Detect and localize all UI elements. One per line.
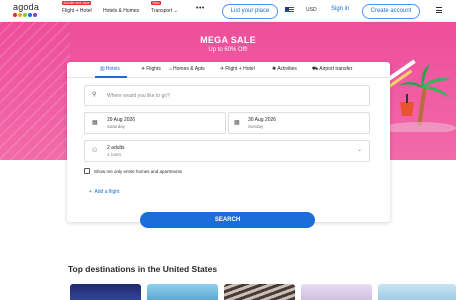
- destination-field[interactable]: ⚲ Where would you like to go?: [84, 85, 370, 106]
- add-flight-link[interactable]: + Add a flight: [89, 189, 119, 195]
- checkout-date: 30 Aug 2026: [248, 117, 277, 123]
- hero-title: MEGA SALE: [200, 35, 256, 45]
- rooms-count: 1 room: [107, 152, 122, 157]
- chevron-down-icon: ⌄: [173, 8, 178, 14]
- search-button[interactable]: SEARCH: [140, 212, 315, 228]
- tab-airport-transfer[interactable]: ⛟Airport transfer: [312, 66, 352, 73]
- destination-placeholder: Where would you like to go?: [107, 93, 170, 99]
- guests-field[interactable]: ⚇ 2 adults 1 room ⌄: [84, 140, 370, 162]
- tab-homes-label: Homes & Apts: [173, 66, 205, 72]
- checkout-day: Sunday: [248, 124, 264, 129]
- agoda-home-page: agoda Bundle and save Flight + Hotel Hot…: [0, 0, 456, 300]
- agoda-logo[interactable]: agoda: [13, 3, 39, 17]
- list-your-place-button[interactable]: List your place: [222, 4, 278, 19]
- checkin-date: 29 Aug 2026: [107, 117, 136, 123]
- destination-card[interactable]: [378, 284, 456, 300]
- tab-activities[interactable]: ✺Activities: [272, 66, 297, 72]
- logo-dot: [33, 13, 37, 17]
- bundle-badge: Bundle and save: [62, 1, 92, 5]
- add-flight-label: Add a flight: [94, 189, 120, 195]
- beach-illustration: [382, 59, 456, 132]
- car-icon: ⛟: [312, 66, 319, 72]
- activities-icon: ✺: [272, 66, 277, 72]
- destination-card[interactable]: [301, 284, 372, 300]
- logo-dot: [28, 13, 32, 17]
- sign-in-link[interactable]: Sign in: [331, 6, 349, 12]
- tab-flight-hotel[interactable]: ✈Flight + Hotel: [220, 66, 255, 72]
- checkout-field[interactable]: ▦ 30 Aug 2026 Sunday: [228, 112, 370, 134]
- new-badge: New: [151, 1, 162, 5]
- destinations-title: Top destinations in the United States: [68, 264, 218, 274]
- homes-only-checkbox[interactable]: [84, 168, 90, 174]
- create-account-button[interactable]: Create account: [362, 4, 420, 19]
- logo-dot: [13, 13, 17, 17]
- nav-hotels-homes[interactable]: Hotels & Homes: [103, 8, 139, 14]
- checkin-day: Saturday: [107, 124, 126, 129]
- nav-flight-hotel[interactable]: Flight + Hotel: [62, 8, 92, 14]
- tab-hotels-label: Hotels: [105, 66, 120, 72]
- nav-transport[interactable]: Transport ⌄: [151, 8, 178, 14]
- logo-text: agoda: [13, 2, 40, 12]
- tab-activities-label: Activities: [277, 66, 297, 72]
- tab-airport-label: Airport transfer: [319, 66, 353, 72]
- destination-card[interactable]: [147, 284, 218, 300]
- tab-homes-apts[interactable]: ⌂Homes & Apts: [169, 66, 205, 72]
- destination-card[interactable]: [70, 284, 141, 300]
- search-icon: ⚲: [92, 92, 97, 98]
- tab-flights[interactable]: ✈Flights: [141, 66, 161, 72]
- tab-hotels[interactable]: ▥Hotels: [100, 66, 120, 72]
- product-tabs: ▥Hotels ✈Flights ⌂Homes & Apts ✈Flight +…: [67, 62, 390, 78]
- guests-count: 2 adults: [107, 145, 125, 151]
- more-dots-icon[interactable]: •••: [196, 5, 205, 12]
- active-tab-indicator: [95, 76, 127, 78]
- tab-flight-hotel-label: Flight + Hotel: [225, 66, 255, 72]
- checkin-field[interactable]: ▦ 29 Aug 2026 Saturday: [84, 112, 226, 134]
- hamburger-menu-icon[interactable]: [436, 7, 442, 13]
- nav-transport-label: Transport: [151, 8, 173, 14]
- logo-dot: [18, 13, 22, 17]
- building-icon: ▥: [100, 66, 105, 72]
- us-flag-icon[interactable]: [285, 7, 294, 13]
- logo-dots: [13, 13, 39, 17]
- search-card: ▥Hotels ✈Flights ⌂Homes & Apts ✈Flight +…: [67, 62, 390, 222]
- calendar-icon: ▦: [234, 120, 240, 126]
- calendar-icon: ▦: [92, 120, 98, 126]
- plane-hotel-icon: ✈: [220, 66, 225, 72]
- homes-only-label: Show me only entire homes and apartments: [94, 169, 183, 174]
- chevron-down-icon: ⌄: [357, 147, 363, 153]
- top-header: agoda Bundle and save Flight + Hotel Hot…: [0, 0, 456, 22]
- plus-icon: +: [89, 189, 92, 195]
- logo-dot: [23, 13, 27, 17]
- home-icon: ⌂: [169, 66, 173, 72]
- people-icon: ⚇: [92, 148, 98, 154]
- destination-card[interactable]: [224, 284, 295, 300]
- plane-icon: ✈: [141, 66, 146, 72]
- currency-selector[interactable]: USD: [306, 7, 317, 13]
- tab-flights-label: Flights: [146, 66, 161, 72]
